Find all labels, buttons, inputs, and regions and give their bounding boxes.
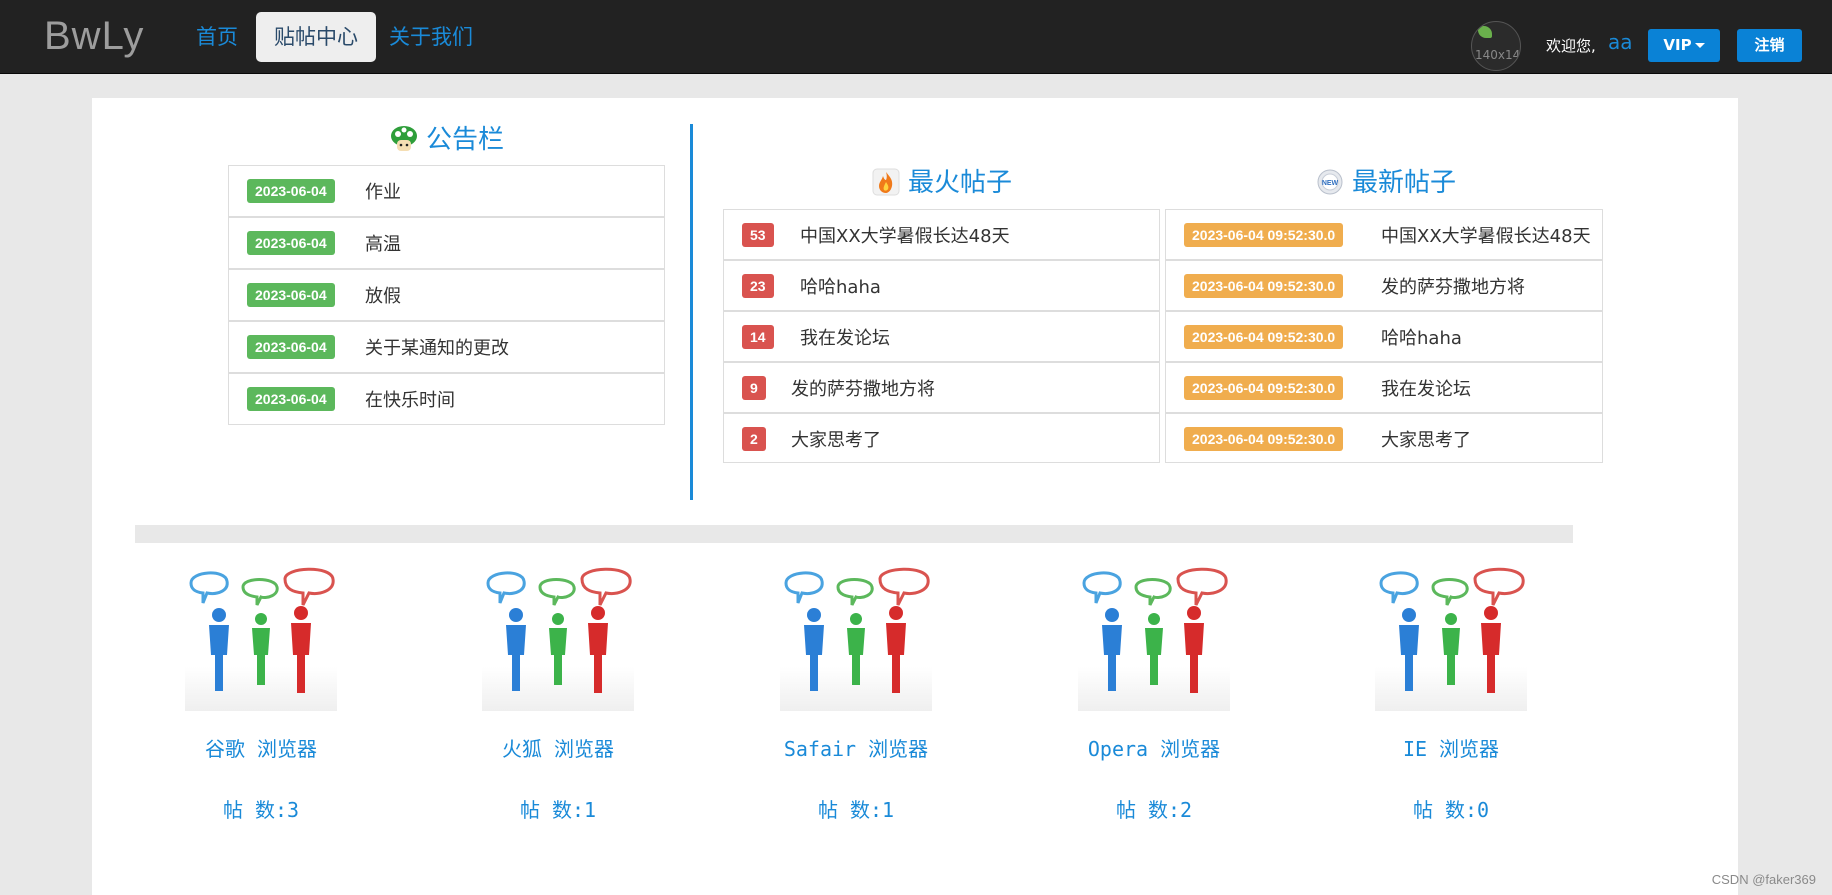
- time-badge: 2023-06-04 09:52:30.0: [1184, 223, 1344, 247]
- date-badge: 2023-06-04: [247, 179, 335, 203]
- nav-about-us[interactable]: 关于我们: [371, 12, 491, 62]
- count-badge: 14: [742, 325, 774, 349]
- avatar[interactable]: 140x140: [1471, 21, 1521, 71]
- count-badge: 2: [742, 427, 766, 451]
- browser-post-count: 帖 数:3: [222, 798, 300, 822]
- date-badge: 2023-06-04: [247, 231, 335, 255]
- post-title: 哈哈haha: [1381, 328, 1462, 349]
- list-item[interactable]: 2023-06-04 09:52:30.0 哈哈haha: [1165, 311, 1603, 362]
- people-chat-icon: [780, 563, 932, 711]
- count-badge: 9: [742, 376, 766, 400]
- nav-home[interactable]: 首页: [178, 12, 256, 62]
- count-badge: 53: [742, 223, 774, 247]
- browser-post-count: 帖 数:2: [1115, 798, 1193, 822]
- browser-card[interactable]: Opera 浏览器 帖 数:2: [1059, 563, 1249, 823]
- announcement-text: 在快乐时间: [365, 390, 455, 411]
- main-container: 公告栏 2023-06-04 作业 2023-06-04 高温 2023-06-…: [92, 98, 1738, 895]
- welcome-text: 欢迎您,: [1546, 37, 1596, 55]
- list-item[interactable]: 53 中国XX大学暑假长达48天: [723, 209, 1160, 260]
- post-title: 我在发论坛: [1381, 379, 1471, 400]
- new-posts-title: NEW 最新帖子: [1316, 162, 1456, 199]
- people-chat-icon: [185, 563, 337, 711]
- list-item[interactable]: 2023-06-04 作业: [228, 165, 665, 217]
- nav-post-center[interactable]: 贴帖中心: [256, 12, 376, 62]
- list-item[interactable]: 2023-06-04 09:52:30.0 大家思考了: [1165, 413, 1603, 463]
- avatar-alt-text: 140x140: [1475, 48, 1521, 62]
- mushroom-icon: [390, 125, 418, 153]
- post-title: 大家思考了: [791, 430, 881, 451]
- list-item[interactable]: 2023-06-04 09:52:30.0 中国XX大学暑假长达48天: [1165, 209, 1603, 260]
- announcement-text: 高温: [365, 234, 401, 255]
- list-item[interactable]: 2023-06-04 放假: [228, 269, 665, 321]
- date-badge: 2023-06-04: [247, 335, 335, 359]
- list-item[interactable]: 2023-06-04 关于某通知的更改: [228, 321, 665, 373]
- announcement-text: 作业: [365, 182, 401, 203]
- hot-posts-title-text: 最火帖子: [908, 168, 1013, 198]
- post-title: 发的萨芬撒地方将: [791, 379, 935, 400]
- browser-name: IE 浏览器: [1402, 737, 1500, 761]
- people-chat-icon: [1375, 563, 1527, 711]
- browser-name: Opera 浏览器: [1087, 737, 1221, 761]
- browser-post-count: 帖 数:1: [519, 798, 597, 822]
- fire-icon: [872, 168, 900, 196]
- list-item[interactable]: 14 我在发论坛: [723, 311, 1160, 362]
- vip-label: VIP: [1663, 36, 1692, 54]
- browser-card[interactable]: IE 浏览器 帖 数:0: [1356, 563, 1546, 823]
- hot-posts-title: 最火帖子: [872, 162, 1012, 199]
- announcements-title-text: 公告栏: [426, 125, 505, 155]
- browser-card[interactable]: 谷歌 浏览器 帖 数:3: [166, 563, 356, 823]
- section-separator: [135, 525, 1573, 543]
- top-navbar: BwLy 首页 贴帖中心 关于我们 140x140 欢迎您, aa VIP 注销: [0, 0, 1832, 74]
- count-badge: 23: [742, 274, 774, 298]
- new-badge-icon: NEW: [1316, 168, 1344, 196]
- time-badge: 2023-06-04 09:52:30.0: [1184, 325, 1344, 349]
- date-badge: 2023-06-04: [247, 387, 335, 411]
- list-item[interactable]: 2023-06-04 高温: [228, 217, 665, 269]
- post-title: 发的萨芬撒地方将: [1381, 277, 1525, 298]
- caret-down-icon: [1694, 43, 1705, 48]
- browser-card[interactable]: 火狐 浏览器 帖 数:1: [463, 563, 653, 823]
- people-chat-icon: [482, 563, 634, 711]
- post-title: 哈哈haha: [800, 277, 881, 298]
- list-item[interactable]: 2023-06-04 09:52:30.0 发的萨芬撒地方将: [1165, 260, 1603, 311]
- list-item[interactable]: 2023-06-04 09:52:30.0 我在发论坛: [1165, 362, 1603, 413]
- brand-logo[interactable]: BwLy: [44, 14, 144, 59]
- vip-dropdown-button[interactable]: VIP: [1648, 29, 1720, 62]
- vertical-divider: [690, 124, 693, 500]
- list-item[interactable]: 2023-06-04 在快乐时间: [228, 373, 665, 425]
- browser-name: 火狐 浏览器: [501, 737, 615, 761]
- announcement-text: 关于某通知的更改: [365, 338, 509, 359]
- time-badge: 2023-06-04 09:52:30.0: [1184, 427, 1344, 451]
- browser-post-count: 帖 数:0: [1412, 798, 1490, 822]
- announcements-title: 公告栏: [390, 119, 504, 156]
- browser-name: Safair 浏览器: [783, 737, 929, 761]
- list-item[interactable]: 2 大家思考了: [723, 413, 1160, 463]
- people-chat-icon: [1078, 563, 1230, 711]
- logout-button[interactable]: 注销: [1737, 29, 1802, 62]
- announcement-text: 放假: [365, 286, 401, 307]
- browser-name: 谷歌 浏览器: [204, 737, 318, 761]
- list-item[interactable]: 9 发的萨芬撒地方将: [723, 362, 1160, 413]
- broken-image-icon: [1478, 26, 1492, 38]
- watermark: CSDN @faker369: [1711, 872, 1816, 887]
- svg-text:NEW: NEW: [1322, 180, 1339, 187]
- time-badge: 2023-06-04 09:52:30.0: [1184, 376, 1344, 400]
- post-title: 我在发论坛: [800, 328, 890, 349]
- browser-card[interactable]: Safair 浏览器 帖 数:1: [761, 563, 951, 823]
- post-title: 中国XX大学暑假长达48天: [800, 226, 1010, 247]
- post-title: 大家思考了: [1381, 430, 1471, 451]
- post-title: 中国XX大学暑假长达48天: [1381, 226, 1591, 247]
- list-item[interactable]: 23 哈哈haha: [723, 260, 1160, 311]
- new-posts-title-text: 最新帖子: [1352, 168, 1457, 198]
- date-badge: 2023-06-04: [247, 283, 335, 307]
- browser-post-count: 帖 数:1: [817, 798, 895, 822]
- time-badge: 2023-06-04 09:52:30.0: [1184, 274, 1344, 298]
- username-link[interactable]: aa: [1608, 30, 1633, 54]
